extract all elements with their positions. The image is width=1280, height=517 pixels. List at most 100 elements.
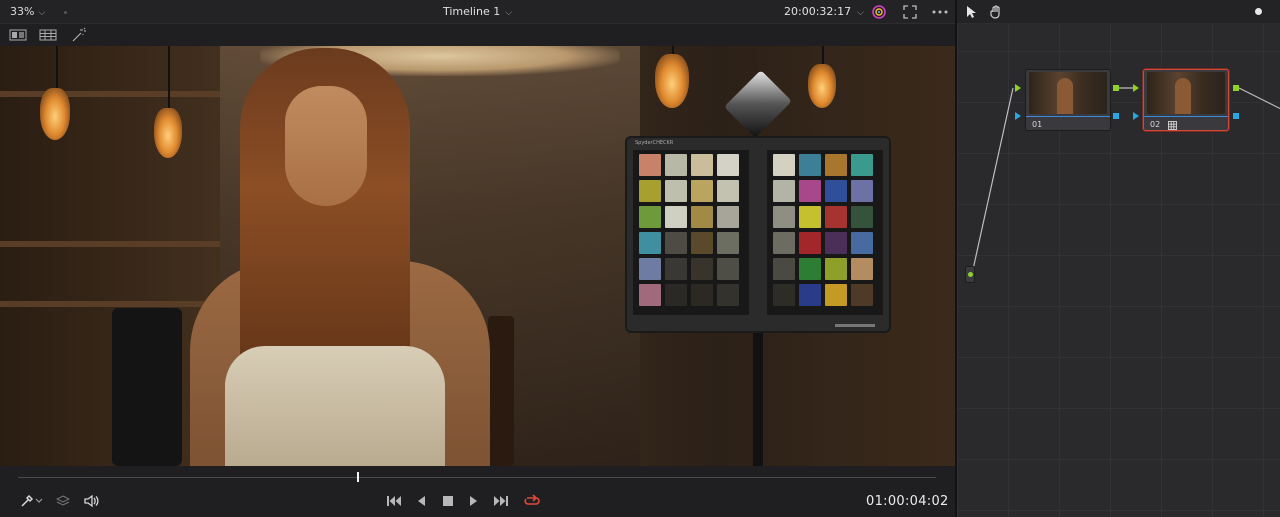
node-input-rgb-port[interactable] <box>1015 84 1021 92</box>
hand-icon[interactable] <box>987 3 1005 21</box>
color-patch <box>851 154 873 176</box>
color-patch <box>691 206 713 228</box>
source-output-port[interactable] <box>968 272 973 277</box>
color-patch <box>773 232 795 254</box>
color-patch <box>799 284 821 306</box>
color-patch <box>639 180 661 202</box>
checker-panel-left <box>633 150 749 315</box>
color-patch <box>665 180 687 202</box>
node-key-line <box>1026 116 1110 117</box>
fullscreen-icon[interactable] <box>901 3 919 21</box>
color-patch <box>717 232 739 254</box>
grid-view-icon[interactable] <box>38 26 58 44</box>
light-bulb <box>40 88 70 140</box>
color-patch <box>851 180 873 202</box>
chevron-down-icon: ⌵ <box>857 8 864 18</box>
corrector-node-01[interactable]: 01 <box>1025 69 1111 131</box>
bulb-cord <box>56 46 58 88</box>
magic-wand-icon[interactable] <box>69 26 89 44</box>
corrector-node-02[interactable]: 02 <box>1143 69 1229 131</box>
color-patch <box>773 154 795 176</box>
color-patch <box>825 232 847 254</box>
color-patch <box>639 206 661 228</box>
color-patch <box>665 206 687 228</box>
color-patch <box>639 154 661 176</box>
color-patch <box>825 284 847 306</box>
play-icon[interactable] <box>463 492 485 510</box>
node-key-line <box>1144 116 1228 117</box>
speaker-icon[interactable] <box>80 492 102 510</box>
color-patch <box>717 180 739 202</box>
color-patch <box>825 180 847 202</box>
node-output-rgb-port[interactable] <box>1233 85 1239 91</box>
color-patch <box>717 154 739 176</box>
color-patch <box>639 284 661 306</box>
scrub-bar[interactable] <box>18 477 936 478</box>
color-patch <box>851 232 873 254</box>
color-patch <box>799 232 821 254</box>
stop-icon[interactable] <box>437 492 459 510</box>
node-label: 02 <box>1150 120 1161 129</box>
shelf <box>0 241 220 247</box>
shelf <box>0 301 220 307</box>
color-patch <box>691 154 713 176</box>
checker-panel-right <box>767 150 883 315</box>
play-reverse-icon[interactable] <box>410 492 432 510</box>
color-patch <box>799 180 821 202</box>
chair-back <box>112 308 182 466</box>
color-patch <box>691 284 713 306</box>
node-output-alpha-port[interactable] <box>1113 113 1119 119</box>
viewer-header: 33% ⌵ Timeline 1 ⌵ 20:00:32:17 ⌵ <box>0 0 955 24</box>
source-timecode: 20:00:32:17 <box>784 5 852 18</box>
color-patch <box>717 258 739 280</box>
viewer-toolbar <box>0 24 955 46</box>
color-patch <box>665 258 687 280</box>
color-patch <box>665 154 687 176</box>
jump-to-start-icon[interactable] <box>383 492 405 510</box>
checker-logo <box>835 324 875 327</box>
bulb-cord <box>822 46 824 66</box>
viewer-image[interactable]: SpyderCHECKR <box>0 46 955 466</box>
timeline-title: Timeline 1 <box>442 5 501 18</box>
node-source[interactable] <box>965 266 975 283</box>
light-bulb <box>808 64 836 108</box>
node-label: 01 <box>1032 120 1043 129</box>
node-output-alpha-port[interactable] <box>1233 113 1239 119</box>
node-input-alpha-port[interactable] <box>1015 112 1021 120</box>
single-viewer-icon[interactable] <box>8 26 28 44</box>
color-patch <box>825 258 847 280</box>
record-timecode: 01:00:04:02 <box>866 494 949 509</box>
grid-icon <box>1168 120 1177 133</box>
transport-bar: 01:00:04:02 <box>0 466 955 517</box>
color-patch <box>665 232 687 254</box>
playhead[interactable] <box>356 472 359 482</box>
color-patch <box>691 232 713 254</box>
color-patch <box>825 154 847 176</box>
subject-top <box>225 346 445 466</box>
color-patch <box>773 258 795 280</box>
node-editor[interactable]: 01 02 <box>957 0 1280 517</box>
source-timecode-dropdown[interactable]: 20:00:32:17 ⌵ <box>784 5 864 18</box>
node-editor-toolbar <box>957 0 1280 24</box>
loop-icon[interactable] <box>521 492 543 510</box>
color-patch <box>825 206 847 228</box>
node-thumbnail <box>1147 72 1225 114</box>
pointer-icon[interactable] <box>963 3 981 21</box>
color-patch <box>639 232 661 254</box>
color-patch <box>691 180 713 202</box>
more-options-icon[interactable] <box>931 3 949 21</box>
jump-to-end-icon[interactable] <box>490 492 512 510</box>
color-wheel-icon[interactable] <box>870 3 888 21</box>
chrome-ball <box>724 70 792 138</box>
chevron-down-icon[interactable] <box>32 492 46 510</box>
options-dot-icon[interactable] <box>1255 8 1262 15</box>
color-patch <box>717 284 739 306</box>
color-patch <box>851 206 873 228</box>
color-patch <box>851 258 873 280</box>
node-input-alpha-port[interactable] <box>1133 112 1139 120</box>
layers-icon[interactable] <box>52 492 74 510</box>
bulb-cord <box>168 46 170 108</box>
node-input-rgb-port[interactable] <box>1133 84 1139 92</box>
node-output-rgb-port[interactable] <box>1113 85 1119 91</box>
subject-person <box>190 46 520 466</box>
